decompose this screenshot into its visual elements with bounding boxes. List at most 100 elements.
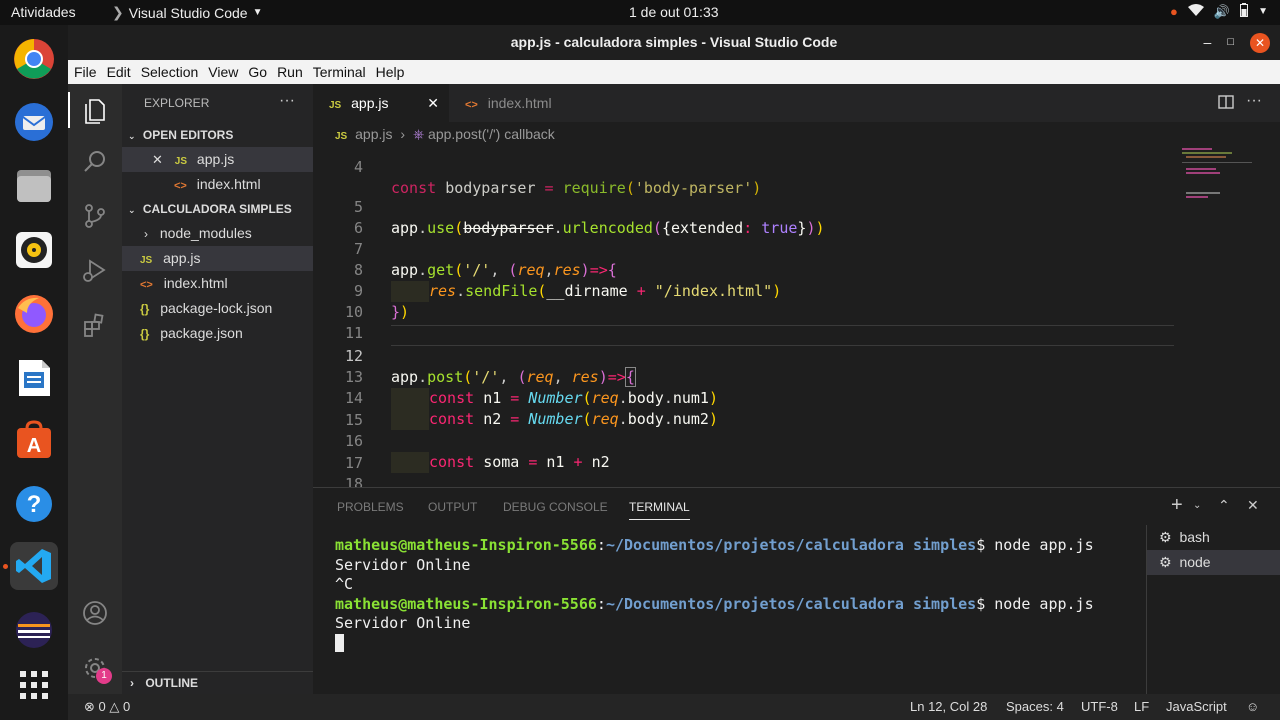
firefox-icon[interactable] xyxy=(10,290,58,338)
code-line: 6 xyxy=(313,197,1183,237)
tab-problems[interactable]: PROBLEMS xyxy=(337,500,404,514)
open-editor-label: index.html xyxy=(196,176,261,192)
run-debug-icon[interactable] xyxy=(81,256,109,284)
folder-item[interactable]: › node_modules xyxy=(122,221,313,246)
terminal-instance-bash[interactable]: ⚙ bash xyxy=(1147,525,1280,550)
vscode-dock-icon[interactable] xyxy=(10,542,58,590)
menu-file[interactable]: File xyxy=(74,64,97,80)
code-line: 14 const n2 = Number(req.body.num2) xyxy=(313,367,1183,430)
volume-icon[interactable]: 🔊 xyxy=(1214,4,1230,20)
maximize-panel-icon[interactable]: ⌃ xyxy=(1218,497,1230,514)
breadcrumb: JS app.js › ⎈ app.post('/') callback xyxy=(313,122,1280,146)
terminal-line: ^C xyxy=(335,575,354,594)
tab-app-js[interactable]: JS app.js ✕ xyxy=(313,84,449,122)
wifi-icon[interactable] xyxy=(1187,3,1204,20)
open-editor-item[interactable]: ✕ JS app.js xyxy=(122,147,313,172)
feedback-icon[interactable]: ☺ xyxy=(1246,694,1259,720)
menu-go[interactable]: Go xyxy=(248,64,267,80)
tab-output[interactable]: OUTPUT xyxy=(428,500,477,514)
close-icon[interactable]: ✕ xyxy=(427,84,439,122)
chrome-icon[interactable] xyxy=(10,35,58,83)
menu-view[interactable]: View xyxy=(208,64,238,80)
html-file-icon: <> xyxy=(140,279,153,291)
power-menu-icon[interactable]: ▼ xyxy=(1258,6,1268,17)
file-item[interactable]: <> index.html xyxy=(122,271,313,296)
eclipse-icon[interactable] xyxy=(10,606,58,654)
files-icon[interactable] xyxy=(10,162,58,210)
error-count: 0 xyxy=(98,699,106,714)
svg-text:A: A xyxy=(27,435,41,457)
terminal-output[interactable]: matheus@matheus-Inspiron-5566:~/Document… xyxy=(335,536,1094,654)
file-item[interactable]: JS app.js xyxy=(122,246,313,271)
explorer-icon[interactable] xyxy=(81,96,109,124)
status-bar: ⊗ 0 △ 0 Ln 12, Col 28 Spaces: 4 UTF-8 LF… xyxy=(68,694,1280,720)
split-editor-icon[interactable] xyxy=(1218,94,1234,115)
more-actions-icon[interactable]: ··· xyxy=(279,92,295,110)
code-editor[interactable]: 4 const bodyparser = require('body-parse… xyxy=(313,146,1280,487)
menu-edit[interactable]: Edit xyxy=(107,64,131,80)
camera-icon[interactable]: ● xyxy=(1170,4,1178,19)
close-panel-icon[interactable]: ✕ xyxy=(1247,497,1259,514)
javascript-file-icon: JS xyxy=(140,255,153,266)
outline-section[interactable]: › OUTLINE xyxy=(122,671,313,694)
menu-terminal[interactable]: Terminal xyxy=(313,64,366,80)
file-label: package-lock.json xyxy=(160,300,273,316)
window-titlebar[interactable]: app.js - calculadora simples - Visual St… xyxy=(68,25,1280,60)
code-line: 5 app.use(bodyparser.urlencoded({extende… xyxy=(313,176,1183,237)
minimap[interactable] xyxy=(1180,146,1270,216)
help-icon[interactable]: ? xyxy=(10,480,58,528)
breadcrumb-file[interactable]: app.js xyxy=(355,126,392,142)
chevron-down-icon: ⌄ xyxy=(128,205,136,215)
symbol-icon: ⎈ xyxy=(412,126,425,142)
problems-status[interactable]: ⊗ 0 △ 0 xyxy=(84,694,130,720)
terminal-instance-node[interactable]: ⚙ node xyxy=(1147,550,1280,575)
file-label: app.js xyxy=(163,250,201,266)
json-file-icon: {} xyxy=(140,302,150,316)
terminal-line: matheus@matheus-Inspiron-5566:~/Document… xyxy=(335,594,1094,613)
open-editor-item[interactable]: <> index.html xyxy=(122,172,313,197)
encoding[interactable]: UTF-8 xyxy=(1081,694,1118,720)
minimize-icon[interactable]: – xyxy=(1204,25,1212,60)
show-applications-icon[interactable] xyxy=(10,661,58,709)
chevron-down-icon[interactable]: ⌄ xyxy=(1193,500,1201,511)
terminal-line: Servidor Online xyxy=(335,614,471,633)
tab-terminal[interactable]: TERMINAL xyxy=(629,500,690,520)
file-item[interactable]: {} package-lock.json xyxy=(122,296,313,321)
libreoffice-writer-icon[interactable] xyxy=(10,354,58,402)
software-center-icon[interactable]: A xyxy=(10,416,58,464)
more-actions-icon[interactable]: ··· xyxy=(1246,92,1262,110)
breadcrumb-symbol[interactable]: app.post('/') callback xyxy=(428,126,555,142)
javascript-file-icon: JS xyxy=(335,131,348,142)
tab-index-html[interactable]: <> index.html xyxy=(449,84,584,122)
close-window-icon[interactable]: ✕ xyxy=(1250,32,1270,53)
app-menu-label: Visual Studio Code xyxy=(128,4,248,21)
thunderbird-icon[interactable] xyxy=(10,98,58,146)
search-icon[interactable] xyxy=(81,148,109,176)
battery-icon[interactable] xyxy=(1240,3,1249,20)
system-top-bar: Atividades ❯ Visual Studio Code ▼ 1 de o… xyxy=(0,0,1280,25)
file-item[interactable]: {} package.json xyxy=(122,321,313,346)
source-control-icon[interactable] xyxy=(81,202,109,230)
extensions-icon[interactable] xyxy=(81,312,109,340)
app-menu[interactable]: ❯ Visual Studio Code ▼ xyxy=(112,4,262,21)
system-tray[interactable]: ● 🔊 ▼ xyxy=(1170,3,1268,20)
account-icon[interactable] xyxy=(81,599,109,627)
tab-debug-console[interactable]: DEBUG CONSOLE xyxy=(503,500,608,514)
line-number: 4 xyxy=(353,158,363,176)
clock[interactable]: 1 de out 01:33 xyxy=(629,4,719,20)
rhythmbox-icon[interactable] xyxy=(10,226,58,274)
menu-help[interactable]: Help xyxy=(376,64,405,80)
end-of-line[interactable]: LF xyxy=(1134,694,1149,720)
menu-selection[interactable]: Selection xyxy=(141,64,199,80)
new-terminal-icon[interactable]: + xyxy=(1171,494,1183,517)
indentation[interactable]: Spaces: 4 xyxy=(1006,694,1064,720)
close-icon[interactable]: ✕ xyxy=(152,152,163,167)
menu-run[interactable]: Run xyxy=(277,64,303,80)
project-folder-section[interactable]: ⌄ CALCULADORA SIMPLES xyxy=(122,198,313,220)
cursor-position[interactable]: Ln 12, Col 28 xyxy=(910,694,987,720)
language-mode[interactable]: JavaScript xyxy=(1166,694,1227,720)
code-line: 9 }) xyxy=(313,260,1183,321)
open-editors-section[interactable]: ⌄ OPEN EDITORS xyxy=(122,124,313,146)
maximize-icon[interactable]: □ xyxy=(1227,25,1234,60)
activities-button[interactable]: Atividades xyxy=(11,4,76,20)
